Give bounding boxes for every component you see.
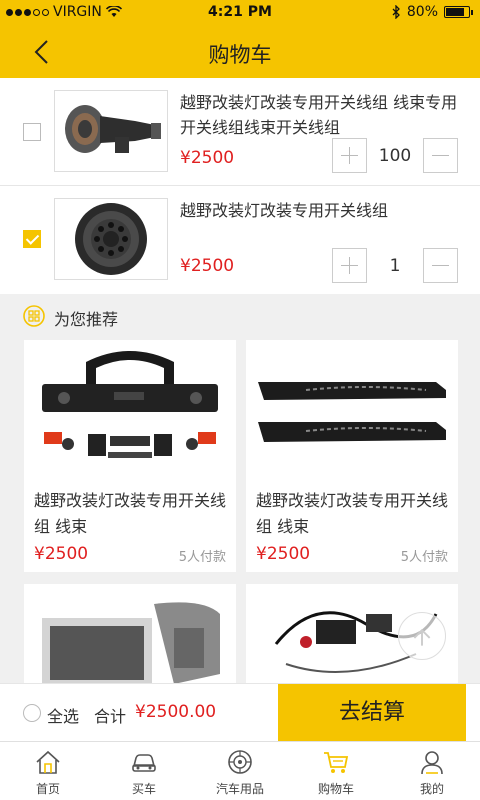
total-value: ¥2500.00 [135,702,217,722]
minus-icon[interactable] [423,248,458,283]
cart-list: 越野改装灯改装专用开关线组 线束专用开关线组线束开关线组 ¥2500 100 越… [0,78,480,294]
cart-icon [324,752,349,773]
tab-car-supplies[interactable]: 汽车用品 [192,742,288,800]
cart-item-price: ¥2500 [180,148,235,168]
product-price: ¥2500 [34,544,89,564]
product-paid-count: 5人付款 [400,550,448,565]
battery-icon [444,6,473,18]
quantity-stepper: 1 [332,248,458,283]
product-thumbnail[interactable] [54,198,168,280]
differential-image [65,105,161,153]
product-card[interactable]: 越野改装灯改装专用开关线组 线束 ¥2500 5人付款 [246,340,458,572]
wheel-rim-image [75,203,147,275]
cart-item: 越野改装灯改装专用开关线组 ¥2500 1 [0,186,480,294]
cart-item-price: ¥2500 [180,256,235,276]
minus-icon[interactable] [423,138,458,173]
select-all-label[interactable]: 全选 [47,703,79,727]
nav-bar: 购物车 [0,26,480,78]
dash-panel-image [42,602,220,684]
tab-buy-car[interactable]: 买车 [96,742,192,800]
home-icon [36,750,60,774]
cart-item-checkbox[interactable] [23,123,41,141]
product-card[interactable] [24,584,236,684]
cart-item: 越野改装灯改装专用开关线组 线束专用开关线组线束开关线组 ¥2500 100 [0,78,480,186]
side-step-image [258,382,446,442]
tab-label: 买车 [131,782,156,796]
cart-item-checkbox[interactable] [23,230,41,248]
product-paid-count: 5人付款 [178,550,226,565]
user-icon [421,751,443,775]
product-price: ¥2500 [256,544,311,564]
bluetooth-icon [392,5,400,19]
product-name: 越野改装灯改装专用开关线组 线束 [256,491,449,536]
bumper-image [42,351,218,458]
status-right: 80% [391,4,473,20]
plus-icon[interactable] [332,138,367,173]
tab-mine[interactable]: 我的 [384,742,480,800]
quantity-value[interactable]: 1 [367,256,423,276]
product-name: 越野改装灯改装专用开关线组 线束 [34,491,227,536]
checkout-bar: 全选 合计 ¥2500.00 去结算 [0,683,480,742]
select-all-radio[interactable] [23,704,41,722]
cart-item-name[interactable]: 越野改装灯改装专用开关线组 [180,198,462,223]
checkout-button[interactable]: 去结算 [278,684,466,742]
tab-label: 汽车用品 [215,782,264,796]
car-icon [132,754,156,772]
battery-percent: 80% [406,4,438,20]
product-card[interactable]: 越野改装灯改装专用开关线组 线束 ¥2500 5人付款 [24,340,236,572]
tab-bar: 首页 买车 汽车用品 购物车 我的 [0,741,480,800]
tab-label: 首页 [35,782,60,796]
page-title: 购物车 [208,43,272,67]
status-bar: VIRGIN 4:21 PM 80% [0,0,480,26]
total-label: 合计 [94,707,127,726]
tab-cart[interactable]: 购物车 [288,742,384,800]
scroll-top-icon[interactable] [398,612,446,660]
plus-icon[interactable] [332,248,367,283]
recommend-title: 为您推荐 [54,310,119,329]
wheel-icon [228,750,252,774]
quantity-stepper: 100 [332,138,458,173]
tab-label: 我的 [419,782,444,796]
grid-icon [23,305,45,327]
quantity-value[interactable]: 100 [367,146,423,166]
recommend-header: 为您推荐 [0,293,480,339]
product-thumbnail[interactable] [54,90,168,172]
cart-item-name[interactable]: 越野改装灯改装专用开关线组 线束专用开关线组线束开关线组 [180,90,462,140]
tab-label: 购物车 [317,782,354,796]
tab-home[interactable]: 首页 [0,742,96,800]
